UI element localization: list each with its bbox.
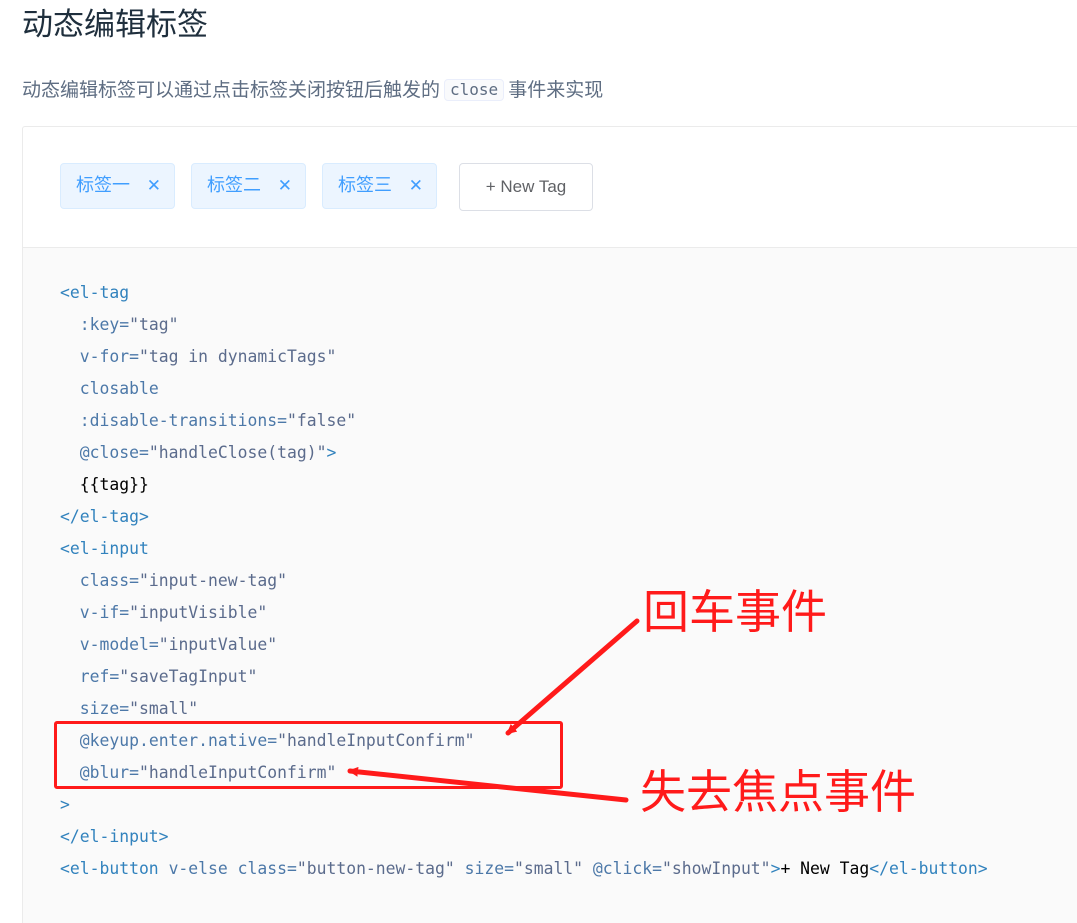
inline-code: close bbox=[444, 79, 505, 101]
tag-label: 标签一 bbox=[76, 175, 130, 196]
tag-label: 标签三 bbox=[338, 175, 392, 196]
code-token: "showInput" bbox=[662, 859, 771, 878]
code-token: v-else class= bbox=[168, 859, 297, 878]
code-token: "handleClose(tag)" bbox=[148, 443, 327, 462]
code-token: v-model= bbox=[79, 635, 159, 654]
close-icon[interactable]: ✕ bbox=[147, 164, 161, 208]
page: 动态编辑标签 动态编辑标签可以通过点击标签关闭按钮后触发的 close 事件来实现 … bbox=[0, 0, 1077, 923]
tag-2: 标签二 ✕ bbox=[191, 163, 306, 209]
description-text: 动态编辑标签可以通过点击标签关闭按钮后触发的 bbox=[22, 79, 441, 101]
code-token: "handleInputConfirm" bbox=[138, 763, 337, 782]
code-line: </el-tag> bbox=[60, 501, 988, 533]
new-tag-button[interactable]: + New Tag bbox=[459, 163, 593, 211]
code-token: "input-new-tag" bbox=[138, 571, 287, 590]
code-line: {{tag}} bbox=[60, 469, 988, 501]
code-token: size= bbox=[79, 699, 130, 718]
code-token: @close= bbox=[79, 443, 149, 462]
code-token: "false" bbox=[286, 411, 357, 430]
code-token: + New Tag bbox=[780, 859, 870, 878]
code-line: closable bbox=[60, 373, 988, 405]
code-token: "tag" bbox=[129, 315, 179, 334]
code-token: class= bbox=[79, 571, 139, 590]
code-token: </el-button> bbox=[869, 859, 988, 878]
code-token: <el-tag bbox=[60, 283, 130, 302]
code-token: v-for= bbox=[79, 347, 139, 366]
code-line: size="small" bbox=[60, 693, 988, 725]
code-line: :disable-transitions="false" bbox=[60, 405, 988, 437]
code-token: "small" bbox=[129, 699, 199, 718]
code-token: @blur= bbox=[79, 763, 139, 782]
code-token: {{tag}} bbox=[79, 475, 149, 494]
page-description: 动态编辑标签可以通过点击标签关闭按钮后触发的 close 事件来实现 bbox=[22, 76, 603, 104]
code-token: "button-new-tag" bbox=[296, 859, 455, 878]
demo-preview: 标签一 ✕ 标签二 ✕ 标签三 ✕ + New Tag bbox=[23, 127, 1077, 248]
code-line: @close="handleClose(tag)"> bbox=[60, 437, 988, 469]
tag-3: 标签三 ✕ bbox=[322, 163, 437, 209]
code-line: </el-input> bbox=[60, 821, 988, 853]
code-line: ref="saveTagInput" bbox=[60, 661, 988, 693]
tag-1: 标签一 ✕ bbox=[60, 163, 175, 209]
code-line: :key="tag" bbox=[60, 309, 988, 341]
code-token: closable bbox=[79, 379, 159, 398]
code-token: > bbox=[60, 795, 70, 814]
code-token: @keyup.enter.native= bbox=[79, 731, 278, 750]
code-token: </el-tag> bbox=[60, 507, 149, 526]
code-block: <el-tag :key="tag" v-for="tag in dynamic… bbox=[23, 248, 1077, 923]
code-line: <el-button v-else class="button-new-tag"… bbox=[60, 853, 988, 885]
page-title: 动态编辑标签 bbox=[22, 7, 208, 43]
code-token: <el-input bbox=[60, 539, 149, 558]
code-token: "inputVisible" bbox=[129, 603, 268, 622]
annotation-blur-event: 失去焦点事件 bbox=[640, 765, 916, 819]
code-line: v-for="tag in dynamicTags" bbox=[60, 341, 988, 373]
demo-block: 标签一 ✕ 标签二 ✕ 标签三 ✕ + New Tag <el-tag :key… bbox=[22, 126, 1077, 923]
code-line: v-if="inputVisible" bbox=[60, 597, 988, 629]
code-line: <el-tag bbox=[60, 277, 988, 309]
code-line: class="input-new-tag" bbox=[60, 565, 988, 597]
code-token: "small" bbox=[513, 859, 584, 878]
code-token: "tag in dynamicTags" bbox=[138, 347, 337, 366]
code-token: > bbox=[770, 859, 781, 878]
code-token: :disable-transitions= bbox=[79, 411, 287, 430]
code-line: v-model="inputValue" bbox=[60, 629, 988, 661]
code-token: <el-button bbox=[60, 859, 169, 878]
code-token: "inputValue" bbox=[158, 635, 278, 654]
tag-label: 标签二 bbox=[207, 175, 261, 196]
description-text-end: 事件来实现 bbox=[508, 79, 604, 101]
code-token: </el-input> bbox=[60, 827, 169, 846]
annotation-enter-event: 回车事件 bbox=[643, 585, 827, 639]
code-line: <el-input bbox=[60, 533, 988, 565]
close-icon[interactable]: ✕ bbox=[409, 164, 423, 208]
code-token: size= bbox=[454, 859, 514, 878]
code-token: @click= bbox=[583, 859, 662, 878]
code-token: ref= bbox=[79, 667, 120, 686]
close-icon[interactable]: ✕ bbox=[278, 164, 292, 208]
code-line: @keyup.enter.native="handleInputConfirm" bbox=[60, 725, 988, 757]
code-token: "saveTagInput" bbox=[119, 667, 258, 686]
code-token: v-if= bbox=[79, 603, 130, 622]
code-token: "handleInputConfirm" bbox=[277, 731, 475, 750]
code-token: > bbox=[326, 443, 337, 462]
code-token: :key= bbox=[79, 315, 130, 334]
